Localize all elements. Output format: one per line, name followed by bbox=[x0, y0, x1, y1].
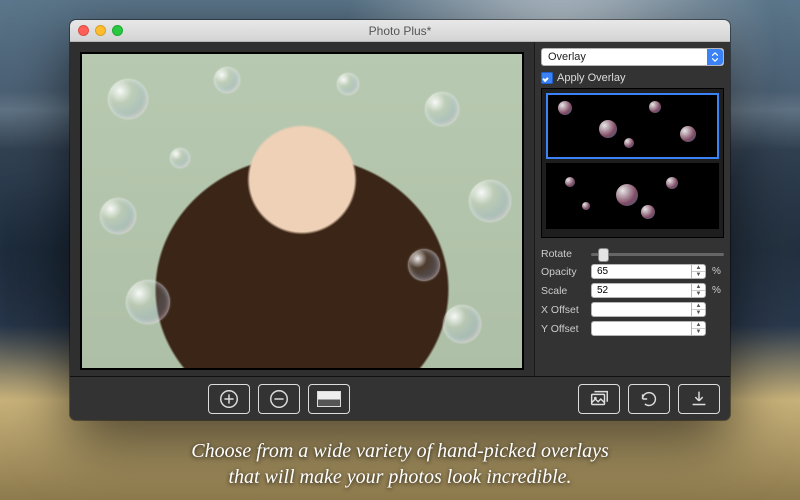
add-button[interactable] bbox=[208, 384, 250, 414]
xoffset-row: X Offset ▲▼ bbox=[541, 302, 724, 317]
refresh-icon bbox=[638, 388, 660, 410]
workarea: Overlay Apply Overlay bbox=[70, 42, 730, 376]
overlay-bubble bbox=[214, 67, 240, 93]
dropdown-label: Overlay bbox=[548, 51, 586, 63]
yoffset-row: Y Offset ▲▼ bbox=[541, 321, 724, 336]
window-controls bbox=[78, 25, 123, 36]
split-rect-icon bbox=[317, 391, 341, 407]
overlay-thumbnail[interactable] bbox=[546, 163, 719, 229]
overlay-bubble bbox=[100, 198, 136, 234]
window-title: Photo Plus* bbox=[369, 24, 432, 38]
scale-stepper[interactable]: ▲▼ bbox=[691, 284, 705, 297]
overlay-category-dropdown[interactable]: Overlay bbox=[541, 48, 724, 66]
rotate-slider[interactable] bbox=[591, 248, 724, 260]
marketing-caption: Choose from a wide variety of hand-picke… bbox=[0, 438, 800, 490]
image-stack-icon bbox=[588, 388, 610, 410]
export-button[interactable] bbox=[678, 384, 720, 414]
apply-overlay-row: Apply Overlay bbox=[541, 72, 724, 84]
overlay-bubble bbox=[408, 249, 440, 281]
opacity-input[interactable]: 65 ▲▼ bbox=[591, 264, 706, 279]
rotate-label: Rotate bbox=[541, 248, 585, 260]
overlay-bubble bbox=[425, 92, 459, 126]
scale-input[interactable]: 52 ▲▼ bbox=[591, 283, 706, 298]
opacity-label: Opacity bbox=[541, 266, 585, 278]
plus-circle-icon bbox=[218, 388, 240, 410]
overlay-thumbnail[interactable] bbox=[546, 93, 719, 159]
gallery-button[interactable] bbox=[578, 384, 620, 414]
opacity-value: 65 bbox=[597, 266, 608, 277]
remove-button[interactable] bbox=[258, 384, 300, 414]
rotate-row: Rotate bbox=[541, 248, 724, 260]
overlay-thumbnail-list[interactable] bbox=[541, 88, 724, 238]
yoffset-label: Y Offset bbox=[541, 323, 585, 335]
apply-overlay-checkbox[interactable] bbox=[541, 72, 553, 84]
overlay-bubble bbox=[126, 280, 170, 324]
scale-label: Scale bbox=[541, 285, 585, 297]
minus-circle-icon bbox=[268, 388, 290, 410]
opacity-stepper[interactable]: ▲▼ bbox=[691, 265, 705, 278]
scale-value: 52 bbox=[597, 285, 608, 296]
yoffset-input[interactable]: ▲▼ bbox=[591, 321, 706, 336]
xoffset-label: X Offset bbox=[541, 304, 585, 316]
close-window-button[interactable] bbox=[78, 25, 89, 36]
side-panel: Overlay Apply Overlay bbox=[534, 42, 730, 376]
dropdown-arrow-icon bbox=[707, 49, 723, 65]
xoffset-input[interactable]: ▲▼ bbox=[591, 302, 706, 317]
overlay-bubble bbox=[337, 73, 359, 95]
opacity-row: Opacity 65 ▲▼ % bbox=[541, 264, 724, 279]
bottom-toolbar bbox=[70, 376, 730, 420]
minimize-window-button[interactable] bbox=[95, 25, 106, 36]
caption-line2: that will make your photos look incredib… bbox=[60, 464, 740, 490]
reset-button[interactable] bbox=[628, 384, 670, 414]
overlay-bubble bbox=[443, 305, 481, 343]
zoom-window-button[interactable] bbox=[112, 25, 123, 36]
opacity-suffix: % bbox=[712, 266, 724, 277]
compare-button[interactable] bbox=[308, 384, 350, 414]
overlay-controls: Rotate Opacity 65 ▲▼ % Scale 5 bbox=[541, 248, 724, 336]
app-window: Photo Plus* Overlay bbox=[70, 20, 730, 420]
overlay-bubble bbox=[469, 180, 511, 222]
canvas-pane bbox=[70, 42, 534, 376]
yoffset-stepper[interactable]: ▲▼ bbox=[691, 322, 705, 335]
download-icon bbox=[688, 388, 710, 410]
apply-overlay-label: Apply Overlay bbox=[557, 72, 625, 84]
image-canvas[interactable] bbox=[80, 52, 524, 370]
titlebar: Photo Plus* bbox=[70, 20, 730, 42]
xoffset-stepper[interactable]: ▲▼ bbox=[691, 303, 705, 316]
scale-row: Scale 52 ▲▼ % bbox=[541, 283, 724, 298]
caption-line1: Choose from a wide variety of hand-picke… bbox=[60, 438, 740, 464]
scale-suffix: % bbox=[712, 285, 724, 296]
